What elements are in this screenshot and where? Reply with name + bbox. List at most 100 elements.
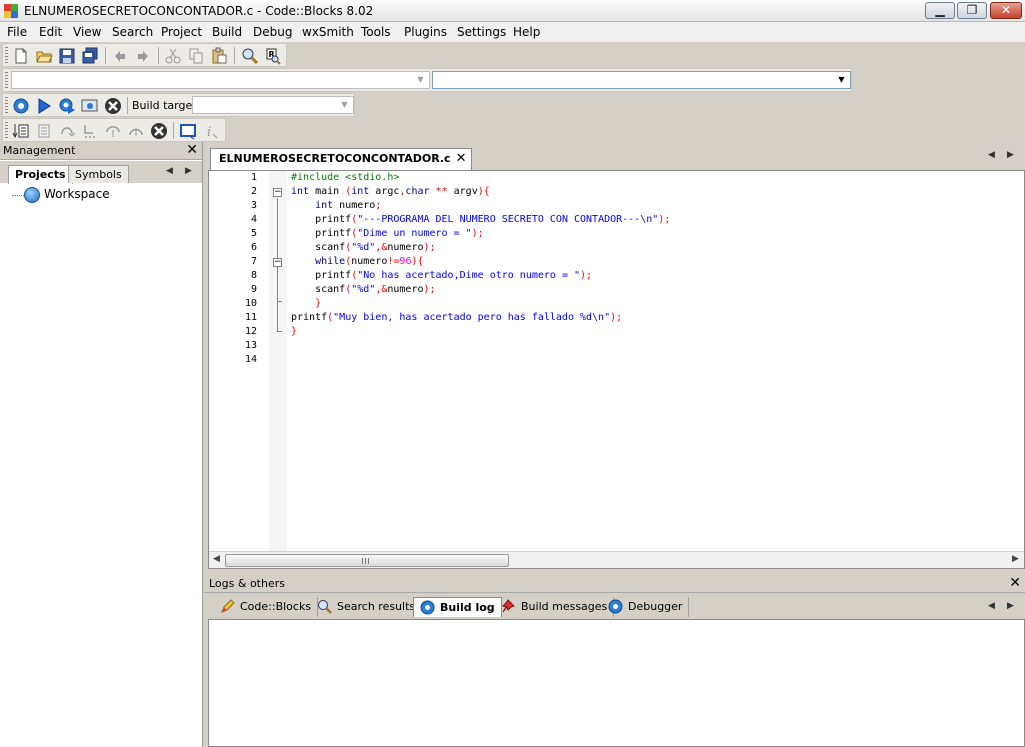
editor-tabbar: ELNUMEROSECRETOCONCONTADOR.c ✕ ◀ ▶ [204, 142, 1025, 170]
line-number: 3 [250, 200, 257, 211]
tab-scroll-left-icon[interactable]: ◀ [988, 150, 995, 160]
gear-icon [420, 600, 435, 615]
menu-settings[interactable]: Settings [455, 24, 508, 40]
tab-scroll-right-icon[interactable]: ▶ [185, 166, 192, 176]
scroll-left-icon[interactable]: ◀ [213, 554, 220, 564]
find-icon[interactable] [241, 47, 259, 65]
step-into-icon[interactable] [104, 122, 122, 140]
open-folder-icon[interactable] [35, 47, 53, 65]
tab-projects[interactable]: Projects [8, 165, 73, 184]
next-line-icon[interactable] [58, 122, 76, 140]
code-line[interactable]: printf("Dime un numero = "); [291, 227, 484, 241]
undo-icon[interactable] [111, 47, 129, 65]
run-to-cursor-icon[interactable] [35, 122, 53, 140]
chevron-down-icon: ▼ [341, 100, 348, 109]
copy-icon[interactable] [187, 47, 205, 65]
tab-symbols[interactable]: Symbols [68, 165, 129, 183]
maximize-icon: ❐ [966, 3, 978, 17]
tree-item-workspace[interactable]: Workspace [44, 187, 110, 201]
new-file-icon[interactable] [12, 47, 30, 65]
code-line[interactable]: printf("No has acertado,Dime otro numero… [291, 269, 592, 283]
save-icon[interactable] [58, 47, 76, 65]
paste-icon[interactable] [210, 47, 228, 65]
line-number: 11 [244, 312, 257, 323]
fold-margin[interactable]: − − [269, 171, 287, 552]
build-target-combobox[interactable]: ▼ [192, 96, 354, 114]
toolbar-grip[interactable] [5, 122, 8, 138]
horizontal-scrollbar[interactable]: ◀ ▶ [209, 551, 1024, 568]
cut-icon[interactable] [164, 47, 182, 65]
save-all-icon[interactable] [81, 47, 99, 65]
tab-debugger[interactable]: Debugger [602, 597, 690, 617]
menu-view[interactable]: View [71, 24, 103, 40]
menu-help[interactable]: Help [511, 24, 542, 40]
menu-build[interactable]: Build [210, 24, 244, 40]
tab-scroll-left-icon[interactable]: ◀ [166, 166, 173, 176]
pushpin-icon [502, 599, 515, 613]
build-log-output[interactable] [208, 619, 1025, 747]
gear-icon [608, 599, 623, 614]
tab-scroll-left-icon[interactable]: ◀ [988, 601, 995, 611]
line-number: 12 [244, 326, 257, 337]
menu-file[interactable]: File [5, 24, 29, 40]
code-line[interactable]: } [291, 297, 321, 311]
tab-scroll-right-icon[interactable]: ▶ [1007, 601, 1014, 611]
close-icon: ✕ [1000, 3, 1012, 17]
code-line[interactable]: printf("Muy bien, has acertado pero has … [291, 311, 622, 325]
tab-scroll-right-icon[interactable]: ▶ [1007, 150, 1014, 160]
build-and-run-icon[interactable] [58, 97, 76, 115]
next-instruction-icon[interactable] [81, 122, 99, 140]
menu-project[interactable]: Project [159, 24, 204, 40]
toolbar-grip[interactable] [5, 97, 8, 113]
maximize-button[interactable]: ❐ [957, 2, 987, 19]
editor-tab-file[interactable]: ELNUMEROSECRETOCONCONTADOR.c ✕ [210, 148, 472, 170]
close-window-button[interactable]: ✕ [990, 2, 1022, 19]
code-line[interactable]: int numero; [291, 199, 381, 213]
tab-codeblocks[interactable]: Code::Blocks [214, 597, 319, 617]
menu-debug[interactable]: Debug [251, 24, 294, 40]
build-gear-icon[interactable] [12, 97, 30, 115]
debug-continue-icon[interactable] [12, 122, 30, 140]
toolbar-grip[interactable] [5, 47, 8, 63]
info-icon[interactable]: i [202, 122, 220, 140]
code-editor[interactable]: 1 2 3 4 5 6 7 8 9 10 11 12 13 14 − − #include <stdio.… [208, 170, 1025, 569]
minimize-button[interactable]: ▁ [925, 2, 955, 19]
code-line[interactable]: scanf("%d",&numero); [291, 241, 435, 255]
fold-minus-icon[interactable]: − [273, 188, 282, 197]
code-line[interactable]: #include <stdio.h> [291, 171, 399, 185]
menu-wxsmith[interactable]: wxSmith [300, 24, 356, 40]
stop-debugger-icon[interactable] [150, 122, 168, 140]
replace-icon[interactable]: R [264, 47, 282, 65]
step-out-icon[interactable] [127, 122, 145, 140]
menu-plugins[interactable]: Plugins [402, 24, 449, 40]
search-icon [318, 600, 332, 614]
toolbar-grip[interactable] [5, 72, 8, 88]
run-icon[interactable] [35, 97, 53, 115]
code-line[interactable]: int main (int argc,char ** argv){ [291, 185, 490, 199]
menu-tools[interactable]: Tools [359, 24, 393, 40]
code-line[interactable]: while(numero!=96){ [291, 255, 423, 269]
code-line[interactable]: } [291, 325, 297, 339]
redo-icon[interactable] [134, 47, 152, 65]
rebuild-icon[interactable] [81, 97, 99, 115]
tab-build-messages[interactable]: Build messages [495, 597, 615, 617]
close-icon[interactable]: ✕ [1009, 575, 1021, 591]
scrollbar-thumb[interactable] [225, 554, 509, 567]
function-combobox[interactable]: ▼ [432, 71, 851, 89]
code-line[interactable]: scanf("%d",&numero); [291, 283, 435, 297]
tab-build-log[interactable]: Build log [413, 597, 502, 617]
menu-search[interactable]: Search [110, 24, 155, 40]
abort-icon[interactable] [104, 97, 122, 115]
menu-edit[interactable]: Edit [37, 24, 64, 40]
editor-tab-label: ELNUMEROSECRETOCONCONTADOR.c [219, 152, 451, 165]
fold-minus-icon[interactable]: − [273, 258, 282, 267]
scope-combobox[interactable]: ▼ [11, 71, 430, 89]
close-icon[interactable]: ✕ [456, 152, 467, 165]
close-icon[interactable]: ✕ [186, 142, 198, 158]
tab-search-results[interactable]: Search results [311, 597, 423, 617]
scroll-right-icon[interactable]: ▶ [1012, 554, 1019, 564]
code-line[interactable]: printf("---PROGRAMA DEL NUMERO SECRETO C… [291, 213, 670, 227]
debugging-windows-icon[interactable] [179, 122, 197, 140]
tab-label: Debugger [628, 600, 683, 613]
management-title: Management [3, 144, 76, 157]
